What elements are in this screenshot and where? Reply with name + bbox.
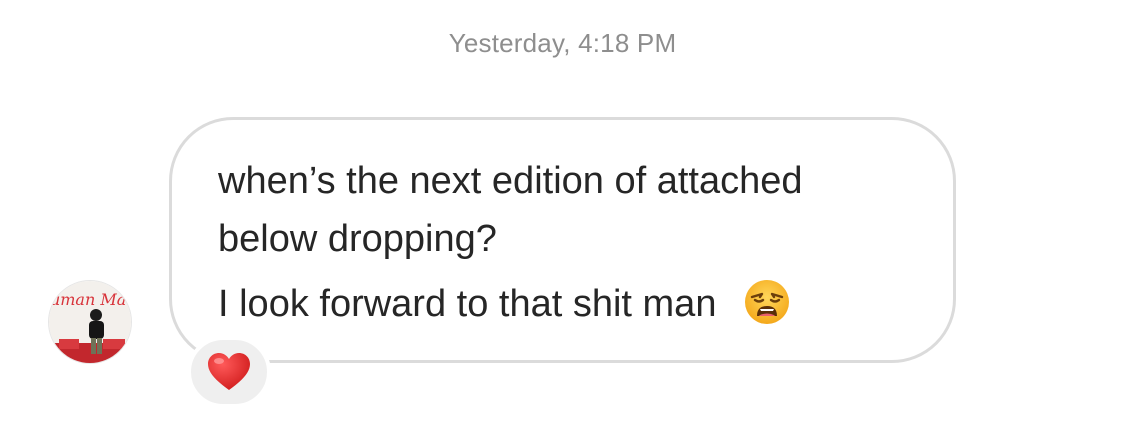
reaction-badge[interactable] [187, 336, 271, 408]
sender-avatar[interactable]: Human Made [48, 280, 132, 364]
message-text-line: when’s the next edition of attached [218, 160, 803, 202]
weary-face-emoji-icon [743, 278, 791, 326]
heart-icon [208, 353, 250, 390]
avatar-image: Human Made [49, 281, 132, 363]
message-text-line: below dropping? [218, 218, 497, 260]
message-bubble[interactable]: when’s the next edition of attached belo… [169, 117, 956, 363]
message-timestamp: Yesterday, 4:18 PM [448, 28, 677, 58]
message-text: I look forward to that shit man [218, 283, 717, 326]
message-text-line: I look forward to that shit man [218, 280, 791, 330]
avatar-logo-text: Human Made [49, 290, 132, 309]
chat-thread: Yesterday, 4:18 PM Human Made when’s the… [0, 0, 1125, 444]
